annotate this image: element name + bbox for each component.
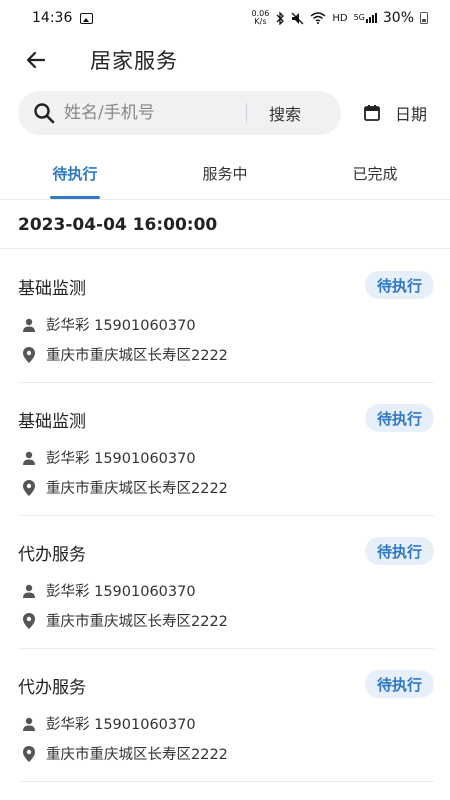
person-icon bbox=[23, 584, 35, 598]
address-text: 重庆市重庆城区长寿区2222 bbox=[46, 348, 228, 364]
status-right: 0.06 K/s HD 5G 30% bbox=[252, 10, 428, 26]
search-button[interactable]: 搜索 bbox=[247, 101, 323, 125]
person-text: 彭华彩 15901060370 bbox=[46, 318, 196, 334]
person-row: 彭华彩 15901060370 bbox=[20, 580, 196, 601]
service-title: 基础监测 bbox=[18, 412, 86, 432]
service-title: 代办服务 bbox=[18, 678, 86, 698]
person-icon bbox=[23, 717, 35, 731]
list-item[interactable]: 代办服务 待执行 彭华彩 15901060370 重庆市重庆城区长寿区2222 bbox=[18, 516, 434, 649]
service-title: 基础监测 bbox=[18, 279, 86, 299]
search-input[interactable] bbox=[64, 103, 246, 123]
person-text: 彭华彩 15901060370 bbox=[46, 584, 196, 600]
address-row: 重庆市重庆城区长寿区2222 bbox=[20, 743, 228, 764]
signal-icon: 5G bbox=[354, 13, 377, 23]
date-group-header: 2023-04-04 16:00:00 bbox=[0, 201, 450, 249]
battery-percent: 30% bbox=[382, 10, 414, 26]
person-icon bbox=[23, 451, 35, 465]
battery-icon bbox=[420, 12, 428, 24]
page-title: 居家服务 bbox=[90, 49, 178, 73]
date-filter-button[interactable]: 日期 bbox=[363, 101, 427, 125]
gallery-notification-icon bbox=[80, 12, 94, 24]
location-pin-icon bbox=[23, 346, 35, 363]
list-item[interactable]: 代办服务 待执行 彭华彩 15901060370 重庆市重庆城区长寿区2222 bbox=[18, 649, 434, 782]
wifi-icon bbox=[310, 12, 326, 24]
date-filter-label: 日期 bbox=[395, 105, 428, 124]
search-icon bbox=[34, 103, 55, 124]
status-badge: 待执行 bbox=[364, 404, 434, 432]
app-header: 居家服务 bbox=[0, 36, 450, 84]
hd-label: HD bbox=[332, 12, 348, 24]
tab-label: 已完成 bbox=[352, 165, 398, 183]
person-text: 彭华彩 15901060370 bbox=[46, 451, 196, 467]
location-pin-icon bbox=[23, 745, 35, 762]
calendar-icon bbox=[364, 105, 380, 121]
list-item[interactable]: 基础监测 待执行 彭华彩 15901060370 重庆市重庆城区长寿区2222 bbox=[18, 383, 434, 516]
mute-icon bbox=[291, 12, 304, 24]
person-row: 彭华彩 15901060370 bbox=[20, 447, 196, 468]
person-row: 彭华彩 15901060370 bbox=[20, 713, 196, 734]
person-row: 彭华彩 15901060370 bbox=[20, 314, 196, 335]
address-row: 重庆市重庆城区长寿区2222 bbox=[20, 344, 228, 365]
search-box: 搜索 bbox=[18, 91, 341, 135]
arrow-left-icon bbox=[26, 51, 46, 69]
person-icon bbox=[23, 318, 35, 332]
back-button[interactable] bbox=[14, 38, 58, 82]
address-text: 重庆市重庆城区长寿区2222 bbox=[46, 747, 228, 763]
tab-in-service[interactable]: 服务中 bbox=[150, 148, 300, 199]
tab-label: 待执行 bbox=[52, 165, 98, 183]
service-title: 代办服务 bbox=[18, 545, 86, 565]
status-badge: 待执行 bbox=[364, 271, 434, 299]
tab-pending[interactable]: 待执行 bbox=[0, 148, 150, 199]
service-list: 基础监测 待执行 彭华彩 15901060370 重庆市重庆城区长寿区2222 … bbox=[0, 250, 450, 782]
location-pin-icon bbox=[23, 479, 35, 496]
address-row: 重庆市重庆城区长寿区2222 bbox=[20, 610, 228, 631]
net-speed-unit: K/s bbox=[254, 17, 267, 26]
status-badge: 待执行 bbox=[364, 670, 434, 698]
bluetooth-icon bbox=[276, 11, 285, 25]
search-row: 搜索 日期 bbox=[0, 90, 450, 136]
net-speed: 0.06 K/s bbox=[252, 10, 270, 26]
person-text: 彭华彩 15901060370 bbox=[46, 717, 196, 733]
status-left: 14:36 bbox=[32, 10, 94, 26]
location-pin-icon bbox=[23, 612, 35, 629]
clock: 14:36 bbox=[32, 10, 73, 26]
status-bar: 14:36 0.06 K/s HD 5G 30% bbox=[0, 0, 450, 36]
signal-label: 5G bbox=[353, 13, 365, 22]
tab-completed[interactable]: 已完成 bbox=[300, 148, 450, 199]
address-text: 重庆市重庆城区长寿区2222 bbox=[46, 481, 228, 497]
list-item[interactable]: 基础监测 待执行 彭华彩 15901060370 重庆市重庆城区长寿区2222 bbox=[18, 250, 434, 383]
status-tabs: 待执行 服务中 已完成 bbox=[0, 148, 450, 200]
address-row: 重庆市重庆城区长寿区2222 bbox=[20, 477, 228, 498]
address-text: 重庆市重庆城区长寿区2222 bbox=[46, 614, 228, 630]
tab-label: 服务中 bbox=[202, 165, 248, 183]
status-badge: 待执行 bbox=[364, 537, 434, 565]
